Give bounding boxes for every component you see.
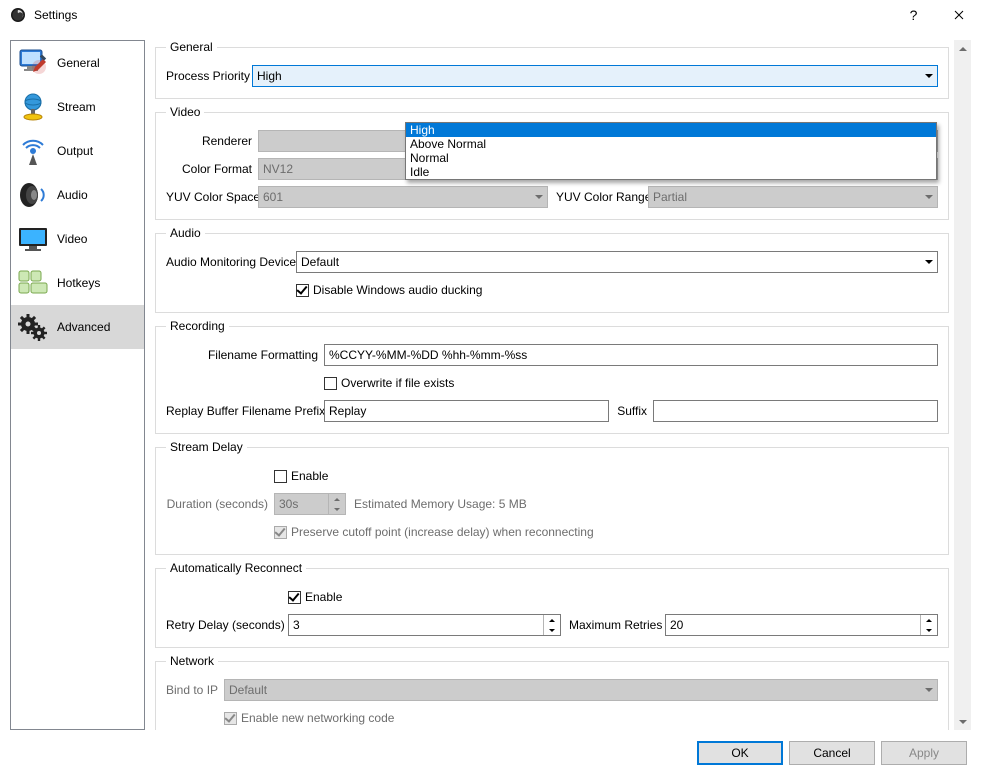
sidebar-item-label: Advanced bbox=[57, 320, 110, 334]
speaker-icon bbox=[17, 179, 49, 211]
scroll-down-icon[interactable] bbox=[954, 713, 971, 730]
group-recording: Recording Filename Formatting %CCYY-%MM-… bbox=[155, 319, 949, 434]
process-priority-dropdown[interactable]: High bbox=[252, 65, 938, 87]
group-auto-reconnect: Automatically Reconnect Enable Retry Del… bbox=[155, 561, 949, 648]
process-priority-label: Process Priority bbox=[166, 69, 252, 83]
max-retries-label: Maximum Retries bbox=[561, 618, 665, 632]
vertical-scrollbar[interactable] bbox=[954, 40, 971, 730]
disable-ducking-checkbox[interactable]: Disable Windows audio ducking bbox=[296, 283, 482, 297]
sidebar-item-label: Stream bbox=[57, 100, 96, 114]
replay-prefix-input[interactable]: Replay bbox=[324, 400, 609, 422]
priority-option-high[interactable]: High bbox=[406, 123, 936, 137]
sidebar-item-label: General bbox=[57, 56, 100, 70]
stream-delay-enable-checkbox[interactable]: Enable bbox=[274, 469, 328, 483]
reconnect-enable-checkbox[interactable]: Enable bbox=[288, 590, 342, 604]
replay-suffix-input[interactable] bbox=[653, 400, 938, 422]
yuv-space-dropdown: 601 bbox=[258, 186, 548, 208]
group-legend: Audio bbox=[166, 226, 205, 240]
group-legend: Automatically Reconnect bbox=[166, 561, 306, 575]
sidebar-item-label: Audio bbox=[57, 188, 88, 202]
bind-ip-value: Default bbox=[229, 683, 267, 697]
renderer-label: Renderer bbox=[166, 134, 258, 148]
group-legend: Stream Delay bbox=[166, 440, 247, 454]
help-button[interactable]: ? bbox=[891, 0, 936, 30]
stream-delay-duration-input: 30s bbox=[274, 493, 346, 515]
cancel-button[interactable]: Cancel bbox=[789, 741, 875, 765]
checkbox-icon bbox=[288, 591, 301, 604]
color-format-label: Color Format bbox=[166, 162, 258, 176]
replay-prefix-label: Replay Buffer Filename Prefix bbox=[166, 404, 324, 418]
group-legend: Video bbox=[166, 105, 204, 119]
checkbox-icon bbox=[274, 526, 287, 539]
group-legend: General bbox=[166, 40, 217, 54]
priority-option-above-normal[interactable]: Above Normal bbox=[406, 137, 936, 151]
dialog-footer: OK Cancel Apply bbox=[0, 730, 981, 776]
group-stream-delay: Stream Delay Enable Duration (seconds) 3… bbox=[155, 440, 949, 555]
ok-button[interactable]: OK bbox=[697, 741, 783, 765]
yuv-space-value: 601 bbox=[263, 190, 283, 204]
audio-monitor-label: Audio Monitoring Device bbox=[166, 255, 296, 269]
retry-delay-label: Retry Delay (seconds) bbox=[166, 618, 288, 632]
window-title: Settings bbox=[34, 8, 77, 22]
wrench-monitor-icon bbox=[17, 47, 49, 79]
bind-ip-label: Bind to IP bbox=[166, 683, 224, 697]
filename-formatting-label: Filename Formatting bbox=[166, 348, 324, 362]
gears-icon bbox=[17, 311, 49, 343]
yuv-range-value: Partial bbox=[653, 190, 687, 204]
checkbox-icon bbox=[274, 470, 287, 483]
group-legend: Network bbox=[166, 654, 218, 668]
sidebar-item-advanced[interactable]: Advanced bbox=[11, 305, 144, 349]
checkbox-icon bbox=[224, 712, 237, 725]
sidebar-item-general[interactable]: General bbox=[11, 41, 144, 85]
yuv-range-label: YUV Color Range bbox=[548, 190, 648, 204]
yuv-space-label: YUV Color Space bbox=[166, 190, 258, 204]
priority-option-normal[interactable]: Normal bbox=[406, 151, 936, 165]
audio-monitor-dropdown[interactable]: Default bbox=[296, 251, 938, 273]
apply-button[interactable]: Apply bbox=[881, 741, 967, 765]
keyboard-keys-icon bbox=[17, 267, 49, 299]
priority-option-idle[interactable]: Idle bbox=[406, 165, 936, 179]
filename-formatting-input[interactable]: %CCYY-%MM-%DD %hh-%mm-%ss bbox=[324, 344, 938, 366]
audio-monitor-value: Default bbox=[301, 255, 339, 269]
checkbox-icon bbox=[296, 284, 309, 297]
preserve-cutoff-checkbox: Preserve cutoff point (increase delay) w… bbox=[274, 525, 594, 539]
sidebar-item-hotkeys[interactable]: Hotkeys bbox=[11, 261, 144, 305]
max-retries-input[interactable]: 20 bbox=[665, 614, 938, 636]
sidebar-item-video[interactable]: Video bbox=[11, 217, 144, 261]
group-network: Network Bind to IP Default Enable new ne… bbox=[155, 654, 949, 730]
sidebar-item-label: Video bbox=[57, 232, 87, 246]
stream-delay-usage: Estimated Memory Usage: 5 MB bbox=[346, 497, 527, 511]
monitor-icon bbox=[17, 223, 49, 255]
antenna-signal-icon bbox=[17, 135, 49, 167]
sidebar-item-audio[interactable]: Audio bbox=[11, 173, 144, 217]
sidebar-item-stream[interactable]: Stream bbox=[11, 85, 144, 129]
replay-suffix-label: Suffix bbox=[609, 404, 653, 418]
stream-delay-duration-label: Duration (seconds) bbox=[166, 497, 274, 511]
sidebar-item-output[interactable]: Output bbox=[11, 129, 144, 173]
close-button[interactable] bbox=[936, 0, 981, 30]
yuv-range-dropdown: Partial bbox=[648, 186, 938, 208]
scroll-up-icon[interactable] bbox=[954, 40, 971, 57]
process-priority-options: High Above Normal Normal Idle bbox=[405, 122, 937, 180]
group-general: General Process Priority High bbox=[155, 40, 949, 99]
sidebar-item-label: Hotkeys bbox=[57, 276, 100, 290]
titlebar: Settings ? bbox=[0, 0, 981, 30]
overwrite-checkbox[interactable]: Overwrite if file exists bbox=[324, 376, 454, 390]
group-legend: Recording bbox=[166, 319, 229, 333]
group-audio: Audio Audio Monitoring Device Default Di… bbox=[155, 226, 949, 313]
process-priority-value: High bbox=[257, 69, 282, 83]
bind-ip-dropdown: Default bbox=[224, 679, 938, 701]
new-networking-checkbox: Enable new networking code bbox=[224, 711, 394, 725]
sidebar-item-label: Output bbox=[57, 144, 93, 158]
settings-sidebar: General Stream Output Audio bbox=[10, 40, 145, 730]
color-format-value: NV12 bbox=[263, 162, 293, 176]
checkbox-icon bbox=[324, 377, 337, 390]
globe-network-icon bbox=[17, 91, 49, 123]
obs-logo-icon bbox=[10, 7, 26, 23]
retry-delay-input[interactable]: 3 bbox=[288, 614, 561, 636]
